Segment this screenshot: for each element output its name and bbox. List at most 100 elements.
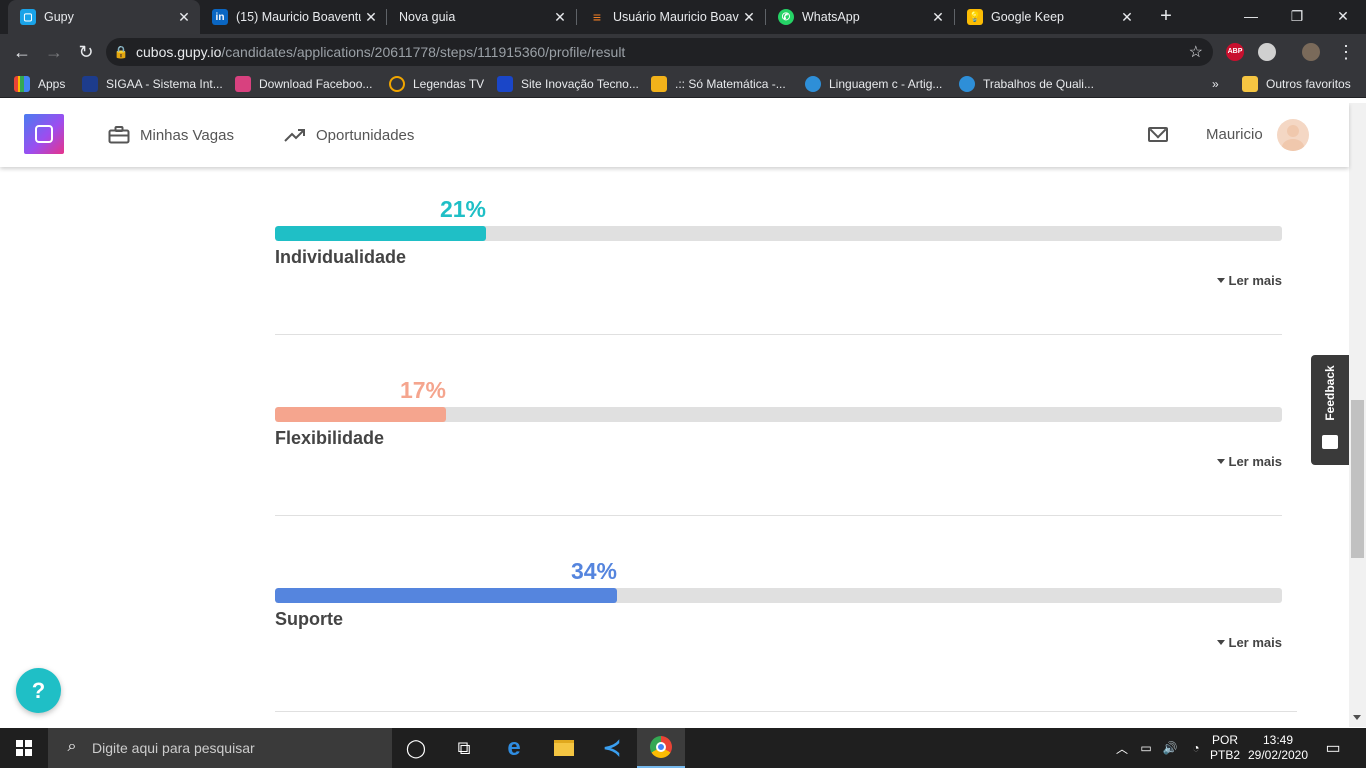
new-tab-button[interactable]: + [1154, 4, 1178, 28]
bookmark-apps[interactable]: Apps [14, 75, 65, 93]
apps-grid-icon [14, 76, 30, 92]
briefcase-icon [108, 126, 130, 144]
bookmarks-overflow-button[interactable]: » [1212, 75, 1219, 93]
close-icon[interactable]: ✕ [739, 9, 759, 26]
bookmark-linguagem-c[interactable]: Linguagem c - Artig... [805, 75, 942, 93]
extension-icon[interactable] [1258, 43, 1276, 61]
file-explorer-icon[interactable] [540, 728, 588, 768]
mail-icon[interactable] [1148, 127, 1168, 142]
tab-stackoverflow[interactable]: ≡ Usuário Mauricio Boaventura ✕ [577, 0, 765, 34]
tray-overflow-icon[interactable]: ︿ [1112, 728, 1132, 768]
url-host: cubos.gupy.io [136, 44, 222, 60]
progress-track [275, 226, 1282, 241]
result-section-suporte: 34% Suporte Ler mais [275, 558, 1282, 658]
bookmark-other-favorites[interactable]: Outros favoritos [1242, 75, 1351, 93]
vscode-icon[interactable]: ≺ [588, 728, 636, 768]
gupy-logo[interactable] [24, 114, 64, 154]
browser-toolbar: ← → ↻ 🔒 cubos.gupy.io/candidates/applica… [0, 34, 1366, 70]
start-button[interactable] [0, 728, 48, 768]
bookmark-label: Apps [38, 77, 66, 91]
bookmark-star-icon[interactable]: ☆ [1189, 42, 1203, 62]
bookmark-label: Download Faceboo... [259, 77, 373, 91]
tab-google-keep[interactable]: 💡 Google Keep ✕ [955, 0, 1143, 34]
read-more-button[interactable]: Ler mais [1216, 273, 1282, 288]
trending-up-icon [284, 126, 306, 144]
download-icon [235, 76, 251, 92]
bookmark-trabalhos-qualidade[interactable]: Trabalhos de Quali... [959, 75, 1094, 93]
tab-linkedin[interactable]: in (15) Mauricio Boaventura ✕ [200, 0, 387, 34]
bookmark-site-inovacao[interactable]: Site Inovação Tecno... [497, 75, 639, 93]
bookmark-legendas-tv[interactable]: Legendas TV [389, 75, 484, 93]
close-icon[interactable]: ✕ [361, 9, 381, 26]
tab-title: Google Keep [991, 10, 1064, 24]
scroll-down-arrow-icon[interactable] [1353, 715, 1361, 720]
edge-icon[interactable]: e [490, 728, 538, 768]
bookmark-download-facebook[interactable]: Download Faceboo... [235, 75, 372, 93]
tab-whatsapp[interactable]: ✆ WhatsApp ✕ [766, 0, 954, 34]
back-button[interactable]: ← [8, 38, 36, 66]
close-window-button[interactable]: ✕ [1320, 0, 1366, 34]
cortana-icon[interactable]: ◯ [392, 728, 440, 768]
clock[interactable]: 13:49 29/02/2020 [1246, 728, 1310, 768]
progress-track [275, 407, 1282, 422]
help-button[interactable]: ? [16, 668, 61, 713]
avatar[interactable] [1277, 119, 1309, 151]
windows-logo-icon [16, 740, 32, 756]
bookmark-label: .:: Só Matemática -... [675, 77, 786, 91]
chrome-icon[interactable] [637, 728, 685, 768]
tab-gupy[interactable]: ▢ Gupy ✕ [8, 0, 200, 34]
volume-icon[interactable]: 🔊 [1160, 728, 1180, 768]
minimize-button[interactable]: — [1228, 0, 1274, 34]
tab-new-tab[interactable]: Nova guia ✕ [387, 0, 576, 34]
bookmarks-bar: Apps SIGAA - Sistema Int... Download Fac… [0, 70, 1366, 98]
tab-title: WhatsApp [802, 10, 860, 24]
wifi-icon[interactable]: ◔ [1186, 728, 1206, 768]
user-name[interactable]: Mauricio [1206, 126, 1263, 143]
forward-button[interactable]: → [40, 38, 68, 66]
close-icon[interactable]: ✕ [550, 9, 570, 26]
read-more-button[interactable]: Ler mais [1216, 454, 1282, 469]
task-view-icon[interactable]: ⧉ [440, 728, 488, 768]
progress-track [275, 588, 1282, 603]
close-icon[interactable]: ✕ [928, 9, 948, 26]
page-scrollbar[interactable] [1349, 103, 1366, 727]
address-bar[interactable]: 🔒 cubos.gupy.io/candidates/applications/… [106, 38, 1213, 66]
folder-icon [1242, 76, 1258, 92]
adblock-icon[interactable]: ABP [1226, 43, 1244, 61]
progress-fill [275, 407, 446, 422]
gupy-icon: ▢ [20, 9, 36, 25]
nav-label: Oportunidades [316, 126, 415, 144]
lightbulb-icon [959, 76, 975, 92]
restore-button[interactable]: ❐ [1274, 0, 1320, 34]
close-icon[interactable]: ✕ [1117, 9, 1137, 26]
read-more-button[interactable]: Ler mais [1216, 635, 1282, 650]
nav-oportunidades[interactable]: Oportunidades [284, 125, 414, 145]
nav-minhas-vagas[interactable]: Minhas Vagas [108, 125, 234, 145]
windows-taskbar: ⌕ Digite aqui para pesquisar ◯ ⧉ e ≺ ︿ ▭… [0, 728, 1366, 768]
language-code: POR [1211, 733, 1238, 747]
divider [275, 711, 1297, 712]
read-more-label: Ler mais [1228, 635, 1282, 650]
bookmark-sigaa[interactable]: SIGAA - Sistema Int... [82, 75, 223, 93]
result-label: Flexibilidade [275, 428, 385, 448]
divider [275, 515, 1282, 516]
progress-fill [275, 588, 617, 603]
result-percent: 17% [399, 377, 446, 403]
chrome-menu-icon[interactable]: ⋮ [1332, 38, 1360, 66]
bookmark-label: Site Inovação Tecno... [521, 77, 639, 91]
page-viewport: Minhas Vagas Oportunidades Mauricio 21% … [0, 103, 1366, 727]
close-icon[interactable]: ✕ [174, 9, 194, 26]
bookmark-so-matematica[interactable]: .:: Só Matemática -... [651, 75, 786, 93]
battery-icon[interactable]: ▭ [1136, 728, 1156, 768]
profile-avatar-icon[interactable] [1302, 43, 1320, 61]
feedback-tab[interactable]: Feedback [1311, 355, 1349, 465]
notifications-icon[interactable]: ▭ [1318, 728, 1348, 768]
scrollbar-thumb[interactable] [1351, 400, 1364, 558]
input-language[interactable]: POR PTB2 [1208, 728, 1242, 768]
search-placeholder: Digite aqui para pesquisar [92, 740, 255, 756]
taskbar-search-input[interactable]: ⌕ Digite aqui para pesquisar [48, 728, 392, 768]
reload-button[interactable]: ↻ [72, 38, 100, 66]
bookmark-label: Trabalhos de Quali... [983, 77, 1094, 91]
tab-title: Nova guia [399, 10, 456, 24]
matematica-icon [651, 76, 667, 92]
